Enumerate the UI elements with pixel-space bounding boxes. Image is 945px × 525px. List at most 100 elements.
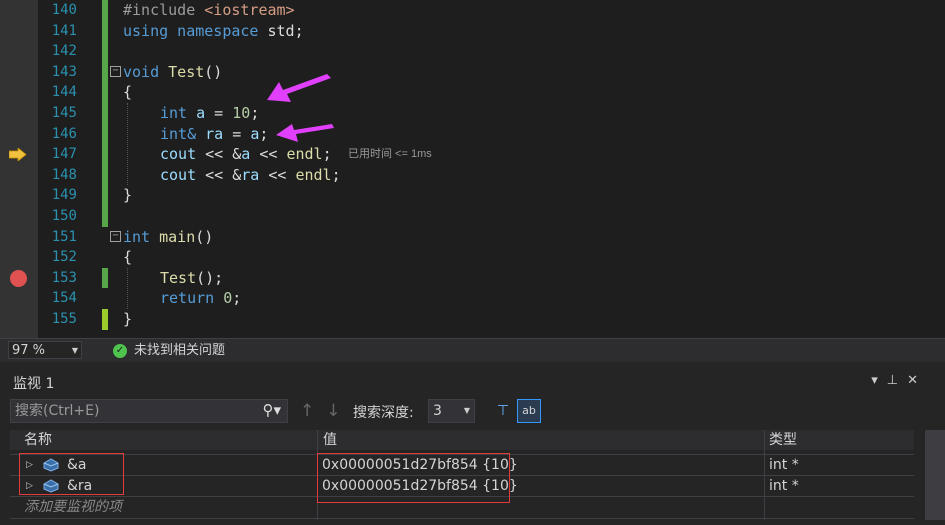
line-number: 140 — [51, 2, 77, 18]
code-text: cout << &a << endl; — [160, 145, 332, 164]
code-line-154[interactable]: 154 return 0; — [0, 288, 945, 309]
change-marker — [102, 20, 108, 42]
indent-guide — [127, 268, 128, 309]
search-icon[interactable]: ⚲▾ — [262, 399, 281, 421]
pin-watch-icon[interactable]: ⊤ — [492, 399, 514, 423]
change-marker — [102, 164, 108, 186]
code-text: int& ra = a; — [160, 124, 269, 143]
code-line-148[interactable]: 148 cout << &ra << endl; — [0, 164, 945, 186]
code-line-141[interactable]: 141 using namespace std; — [0, 20, 945, 42]
current-statement-arrow-icon — [9, 148, 27, 162]
line-number: 146 — [51, 125, 77, 142]
code-text: { — [123, 248, 133, 267]
line-number: 155 — [51, 311, 77, 327]
line-number: 151 — [51, 228, 77, 245]
change-marker — [102, 309, 108, 330]
change-marker — [102, 185, 108, 206]
watch-grid: 名称 值 类型 ▷ &a 0x00000051d27bf854 {10} int… — [10, 430, 914, 520]
panel-controls: ▾⊥✕ — [871, 373, 927, 388]
code-line-155[interactable]: 155 } — [0, 309, 945, 330]
line-number: 150 — [51, 208, 77, 224]
pin-icon[interactable]: ⊥ — [887, 373, 907, 388]
line-number: 143 — [51, 63, 77, 80]
search-depth-select[interactable]: 3 ▼ — [428, 399, 475, 423]
line-number: 152 — [51, 249, 77, 266]
change-marker — [102, 0, 108, 21]
code-text: cout << &ra << endl; — [160, 165, 341, 184]
code-text: { — [123, 83, 133, 102]
dropdown-icon[interactable]: ▾ — [871, 373, 887, 388]
line-number: 154 — [51, 290, 77, 307]
zoom-select[interactable]: 97 % ▼ — [8, 341, 82, 359]
search-input[interactable]: 搜索(Ctrl+E) ⚲▾ — [10, 399, 288, 423]
code-line-151[interactable]: 151 − int main() — [0, 227, 945, 248]
search-nav: ↑↓ — [300, 401, 353, 421]
change-marker — [102, 144, 108, 165]
line-number: 141 — [51, 22, 77, 39]
line-number: 142 — [51, 43, 77, 60]
code-text: int a = 10; — [160, 104, 260, 122]
line-number: 153 — [51, 269, 77, 286]
annotation-arrow-icon — [267, 74, 331, 102]
code-text: Test(); — [160, 268, 224, 287]
breakpoint-icon[interactable] — [10, 269, 27, 287]
annotation-box — [19, 453, 124, 495]
line-number: 147 — [51, 146, 77, 163]
code-line-150[interactable]: 150 — [0, 206, 945, 227]
code-line-146[interactable]: 146 int& ra = a; — [0, 123, 945, 145]
annotation-arrow-icon — [276, 124, 334, 142]
chevron-down-icon: ▼ — [463, 406, 470, 415]
code-line-140[interactable]: 140 #include <iostream> — [0, 0, 945, 21]
fold-collapse-icon[interactable]: − — [110, 230, 121, 242]
column-divider[interactable] — [764, 430, 765, 520]
code-line-143[interactable]: 143 − void Test() — [0, 61, 945, 83]
code-line-142[interactable]: 142 — [0, 41, 945, 62]
grid-header: 名称 值 类型 — [10, 430, 914, 450]
code-text: using namespace std; — [123, 21, 304, 40]
indent-guide — [127, 103, 128, 185]
zoom-value: 97 % — [12, 343, 46, 358]
code-editor[interactable]: 140 #include <iostream> 141 using namesp… — [0, 0, 945, 338]
code-line-149[interactable]: 149 } — [0, 185, 945, 206]
annotation-box — [317, 453, 510, 503]
change-marker — [102, 103, 108, 124]
code-text: int main() — [123, 227, 214, 246]
code-line-147[interactable]: 147 cout << &a << endl; 已用时间 <= 1ms — [0, 144, 945, 165]
code-text: } — [123, 186, 133, 205]
vertical-scrollbar[interactable] — [925, 430, 945, 520]
column-type[interactable]: 类型 — [769, 430, 797, 450]
search-depth-value: 3 — [433, 403, 442, 419]
column-value[interactable]: 值 — [323, 430, 337, 450]
code-line-152[interactable]: 152 { — [0, 247, 945, 268]
watch-panel: 监视 1 ▾⊥✕ 搜索(Ctrl+E) ⚲▾ ↑↓ 搜索深度: 3 ▼ ⊤ ab… — [0, 362, 945, 525]
line-number: 145 — [51, 105, 77, 121]
search-depth-label: 搜索深度: — [353, 405, 414, 421]
check-circle-icon: ✓ — [113, 344, 127, 358]
code-line-144[interactable]: 144 { — [0, 82, 945, 103]
watch-type: int * — [769, 478, 799, 494]
perf-tip[interactable]: 已用时间 <= 1ms — [348, 144, 432, 165]
fold-collapse-icon[interactable]: − — [110, 65, 121, 77]
add-watch-placeholder: 添加要监视的项 — [24, 499, 122, 515]
arrow-down-icon[interactable]: ↓ — [326, 401, 352, 421]
issues-status[interactable]: 未找到相关问题 — [134, 339, 225, 363]
view-format-icon[interactable]: ab — [517, 399, 541, 423]
code-text: #include <iostream> — [123, 1, 295, 19]
panel-title: 监视 1 — [13, 376, 55, 392]
column-name[interactable]: 名称 — [24, 430, 52, 450]
change-marker — [102, 41, 108, 62]
editor-statusbar: 97 % ▼ ✓ 未找到相关问题 — [0, 338, 945, 363]
line-number: 148 — [51, 166, 77, 183]
line-number: 144 — [51, 84, 77, 101]
code-text: return 0; — [160, 289, 242, 308]
watch-type: int * — [769, 457, 799, 473]
search-placeholder: 搜索(Ctrl+E) — [15, 403, 100, 419]
arrow-up-icon[interactable]: ↑ — [300, 401, 326, 421]
change-marker — [102, 82, 108, 103]
code-line-153[interactable]: 153 Test(); — [0, 267, 945, 289]
chevron-down-icon: ▼ — [71, 346, 78, 355]
code-line-145[interactable]: 145 int a = 10; — [0, 103, 945, 124]
line-number: 149 — [51, 187, 77, 204]
change-marker — [102, 123, 108, 145]
close-icon[interactable]: ✕ — [907, 373, 927, 388]
